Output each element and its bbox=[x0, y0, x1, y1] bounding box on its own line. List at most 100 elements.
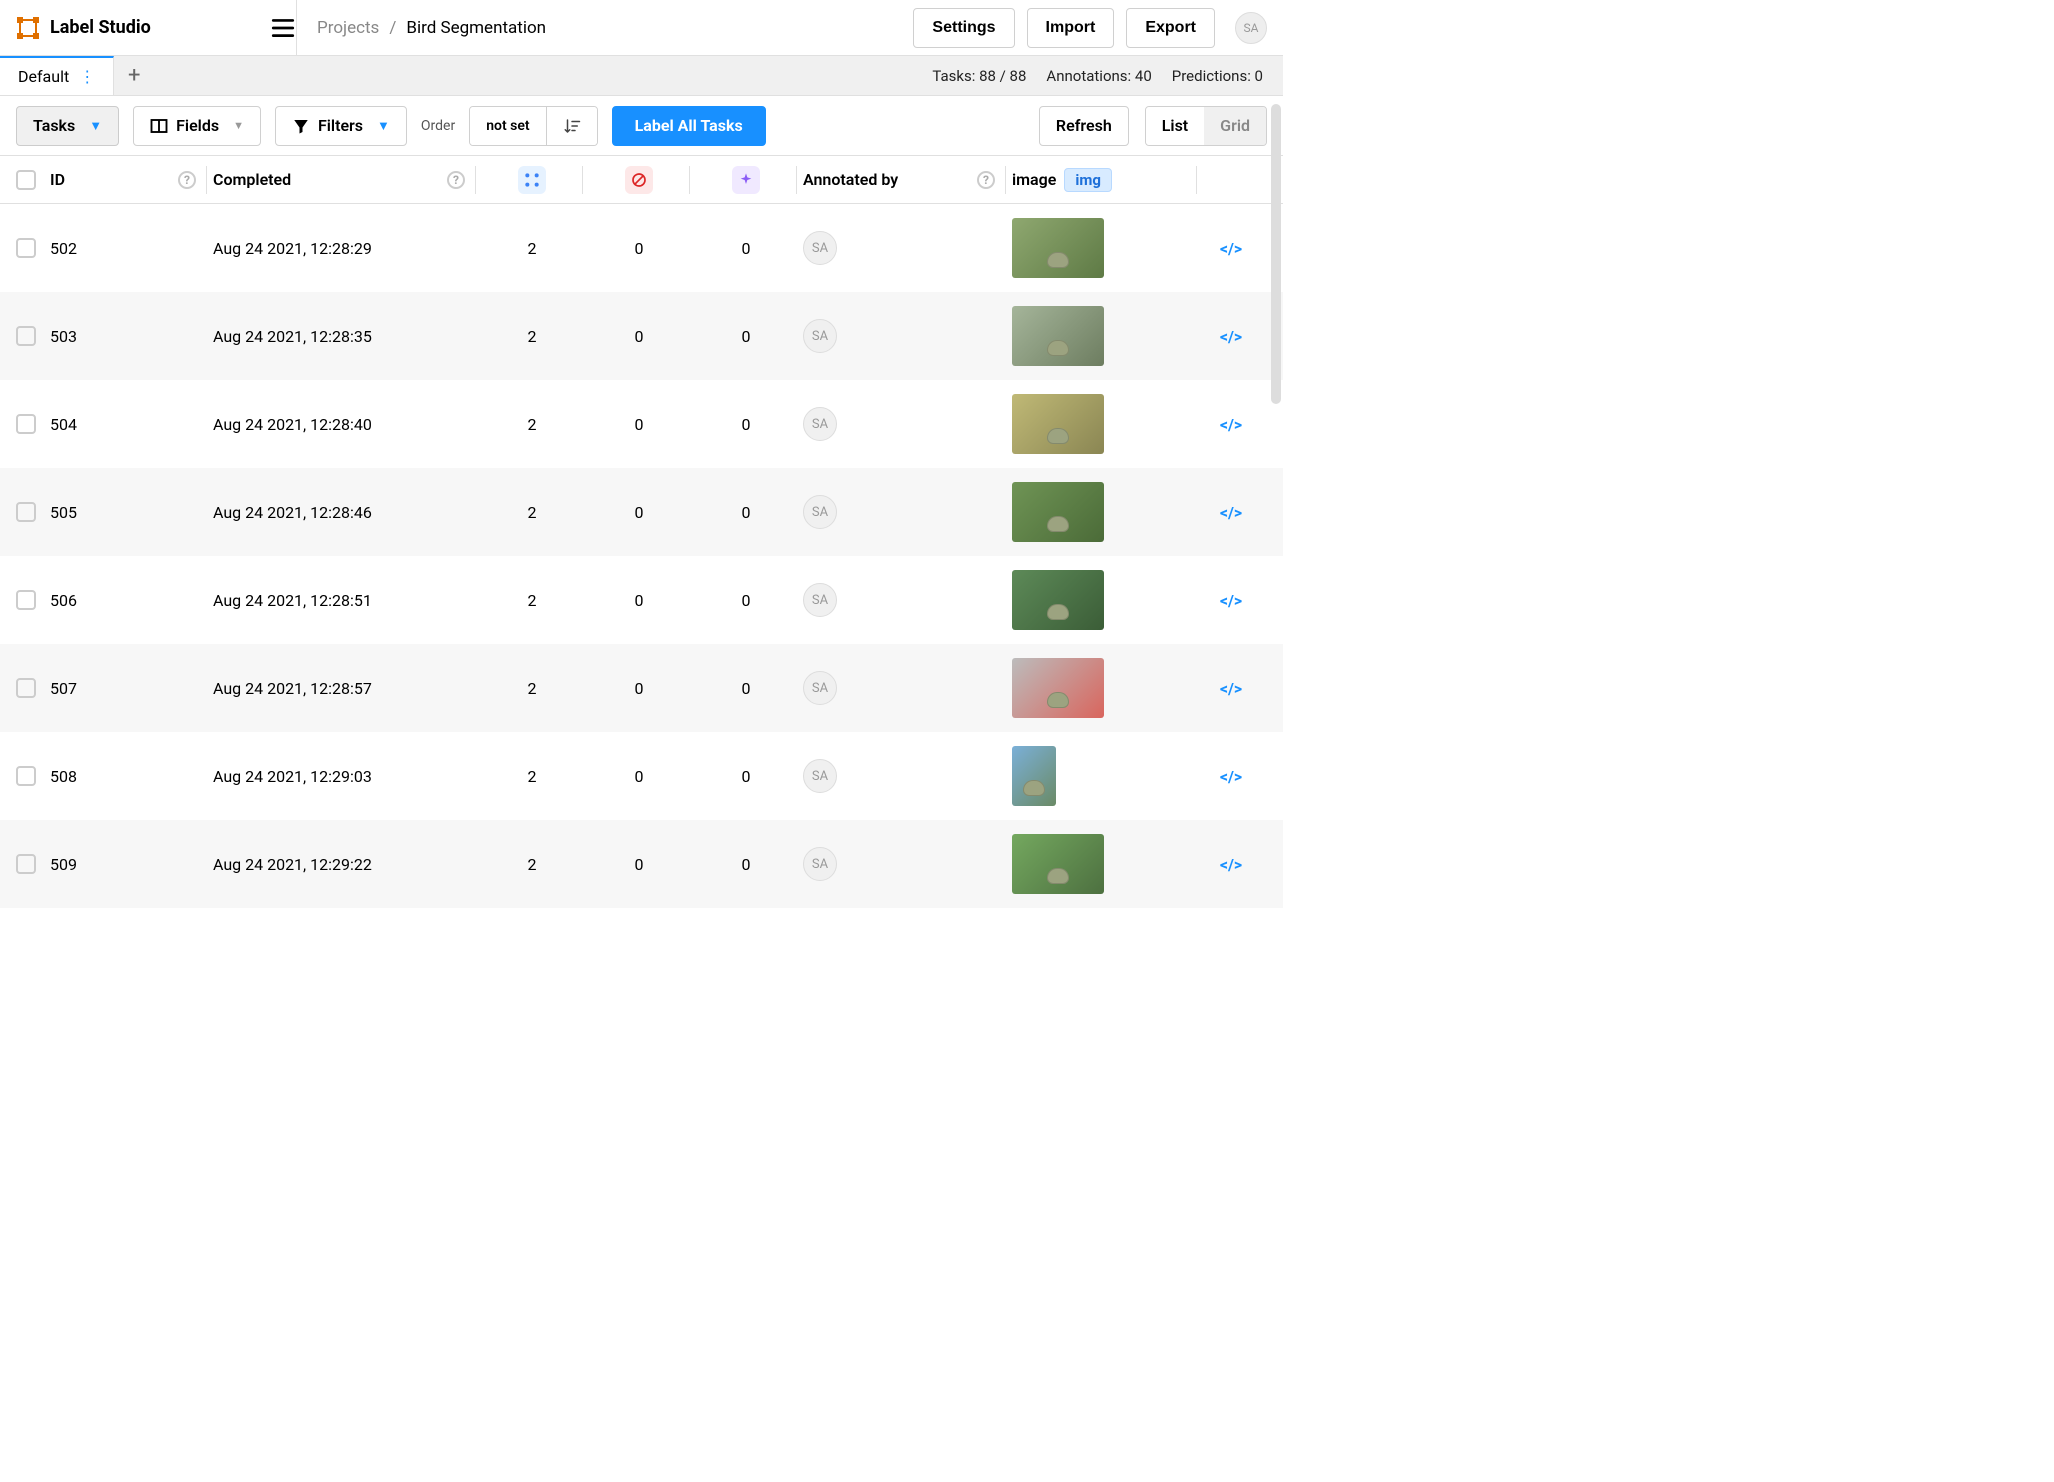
tasks-dropdown[interactable]: Tasks ▼ bbox=[16, 106, 119, 146]
settings-button[interactable]: Settings bbox=[913, 8, 1014, 48]
annotator-avatar: SA bbox=[803, 407, 837, 441]
fields-dropdown[interactable]: Fields ▼ bbox=[133, 106, 261, 146]
predictions-count-icon bbox=[732, 166, 760, 194]
view-toggle: List Grid bbox=[1145, 106, 1267, 146]
logo-icon bbox=[16, 16, 40, 40]
code-icon[interactable]: </> bbox=[1220, 239, 1242, 258]
scrollbar[interactable] bbox=[1271, 104, 1281, 404]
row-cancelled-count: 0 bbox=[635, 855, 644, 874]
row-id: 503 bbox=[50, 327, 77, 346]
code-icon[interactable]: </> bbox=[1220, 767, 1242, 786]
row-completed: Aug 24 2021, 12:28:51 bbox=[213, 591, 372, 610]
code-icon[interactable]: </> bbox=[1220, 591, 1242, 610]
row-checkbox[interactable] bbox=[16, 502, 36, 522]
row-completed: Aug 24 2021, 12:29:03 bbox=[213, 767, 372, 786]
hamburger-icon[interactable] bbox=[270, 15, 296, 41]
row-completed: Aug 24 2021, 12:28:29 bbox=[213, 239, 372, 258]
column-separator bbox=[689, 166, 690, 194]
image-thumbnail[interactable] bbox=[1012, 394, 1104, 454]
refresh-button[interactable]: Refresh bbox=[1039, 106, 1129, 146]
code-icon[interactable]: </> bbox=[1220, 415, 1242, 434]
select-all-checkbox[interactable] bbox=[16, 170, 36, 190]
tab-label: Default bbox=[18, 67, 69, 86]
sort-icon bbox=[563, 117, 581, 135]
tab-default[interactable]: Default ⋮ bbox=[0, 56, 114, 95]
row-predictions-count: 0 bbox=[742, 239, 751, 258]
view-list-button[interactable]: List bbox=[1146, 107, 1204, 145]
row-checkbox[interactable] bbox=[16, 414, 36, 434]
code-icon[interactable]: </> bbox=[1220, 503, 1242, 522]
row-completed: Aug 24 2021, 12:28:35 bbox=[213, 327, 372, 346]
table-row[interactable]: 504Aug 24 2021, 12:28:40200SA</> bbox=[0, 380, 1283, 468]
image-thumbnail[interactable] bbox=[1012, 306, 1104, 366]
table-row[interactable]: 506Aug 24 2021, 12:28:51200SA</> bbox=[0, 556, 1283, 644]
image-thumbnail[interactable] bbox=[1012, 570, 1104, 630]
order-direction-button[interactable] bbox=[546, 107, 597, 145]
user-avatar[interactable]: SA bbox=[1235, 12, 1267, 44]
table-row[interactable]: 503Aug 24 2021, 12:28:35200SA</> bbox=[0, 292, 1283, 380]
breadcrumb: Projects / Bird Segmentation bbox=[296, 0, 913, 55]
row-id: 508 bbox=[50, 767, 77, 786]
toolbar: Tasks ▼ Fields ▼ Filters ▼ Order not set… bbox=[0, 96, 1283, 156]
tabs-row: Default ⋮ + Tasks: 88 / 88 Annotations: … bbox=[0, 56, 1283, 96]
image-thumbnail[interactable] bbox=[1012, 218, 1104, 278]
row-id: 509 bbox=[50, 855, 77, 874]
stats-annotations: Annotations: 40 bbox=[1046, 67, 1151, 85]
row-checkbox[interactable] bbox=[16, 590, 36, 610]
column-separator bbox=[1196, 166, 1197, 194]
add-tab-button[interactable]: + bbox=[114, 56, 154, 95]
annotator-avatar: SA bbox=[803, 671, 837, 705]
image-thumbnail[interactable] bbox=[1012, 658, 1104, 718]
label-all-tasks-button[interactable]: Label All Tasks bbox=[612, 106, 766, 146]
help-icon[interactable]: ? bbox=[977, 171, 995, 189]
row-predictions-count: 0 bbox=[742, 327, 751, 346]
image-thumbnail[interactable] bbox=[1012, 482, 1104, 542]
code-icon[interactable]: </> bbox=[1220, 855, 1242, 874]
row-checkbox[interactable] bbox=[16, 678, 36, 698]
breadcrumb-projects[interactable]: Projects bbox=[317, 18, 379, 38]
row-checkbox[interactable] bbox=[16, 326, 36, 346]
image-thumbnail[interactable] bbox=[1012, 746, 1056, 806]
row-id: 506 bbox=[50, 591, 77, 610]
table-row[interactable]: 507Aug 24 2021, 12:28:57200SA</> bbox=[0, 644, 1283, 732]
import-button[interactable]: Import bbox=[1027, 8, 1115, 48]
row-checkbox[interactable] bbox=[16, 238, 36, 258]
row-annotations-count: 2 bbox=[528, 855, 537, 874]
row-predictions-count: 0 bbox=[742, 415, 751, 434]
annotations-count-icon bbox=[518, 166, 546, 194]
row-completed: Aug 24 2021, 12:29:22 bbox=[213, 855, 372, 874]
columns-icon bbox=[150, 117, 168, 135]
image-thumbnail[interactable] bbox=[1012, 834, 1104, 894]
row-id: 507 bbox=[50, 679, 77, 698]
filter-icon bbox=[292, 117, 310, 135]
help-icon[interactable]: ? bbox=[447, 171, 465, 189]
breadcrumb-project-name: Bird Segmentation bbox=[406, 18, 546, 38]
tab-menu-icon[interactable]: ⋮ bbox=[79, 67, 95, 86]
row-checkbox[interactable] bbox=[16, 854, 36, 874]
row-predictions-count: 0 bbox=[742, 503, 751, 522]
export-button[interactable]: Export bbox=[1126, 8, 1215, 48]
chevron-down-icon: ▼ bbox=[233, 119, 244, 132]
table-row[interactable]: 502Aug 24 2021, 12:28:29200SA</> bbox=[0, 204, 1283, 292]
col-id-label: ID bbox=[50, 170, 65, 189]
row-id: 504 bbox=[50, 415, 77, 434]
table-row[interactable]: 509Aug 24 2021, 12:29:22200SA</> bbox=[0, 820, 1283, 908]
row-cancelled-count: 0 bbox=[635, 327, 644, 346]
col-image-label: image bbox=[1012, 170, 1056, 189]
filters-dropdown[interactable]: Filters ▼ bbox=[275, 106, 407, 146]
breadcrumb-separator: / bbox=[389, 18, 396, 38]
view-grid-button[interactable]: Grid bbox=[1204, 107, 1266, 145]
stats-tasks: Tasks: 88 / 88 bbox=[932, 67, 1026, 85]
row-checkbox[interactable] bbox=[16, 766, 36, 786]
col-completed-label: Completed bbox=[213, 170, 291, 189]
table-row[interactable]: 508Aug 24 2021, 12:29:03200SA</> bbox=[0, 732, 1283, 820]
order-value-dropdown[interactable]: not set bbox=[470, 107, 545, 145]
help-icon[interactable]: ? bbox=[178, 171, 196, 189]
code-icon[interactable]: </> bbox=[1220, 679, 1242, 698]
annotator-avatar: SA bbox=[803, 495, 837, 529]
row-annotations-count: 2 bbox=[528, 591, 537, 610]
code-icon[interactable]: </> bbox=[1220, 327, 1242, 346]
table-row[interactable]: 505Aug 24 2021, 12:28:46200SA</> bbox=[0, 468, 1283, 556]
column-separator bbox=[796, 166, 797, 194]
table-body: 502Aug 24 2021, 12:28:29200SA</> 503 Aug 2… bbox=[0, 204, 1283, 908]
